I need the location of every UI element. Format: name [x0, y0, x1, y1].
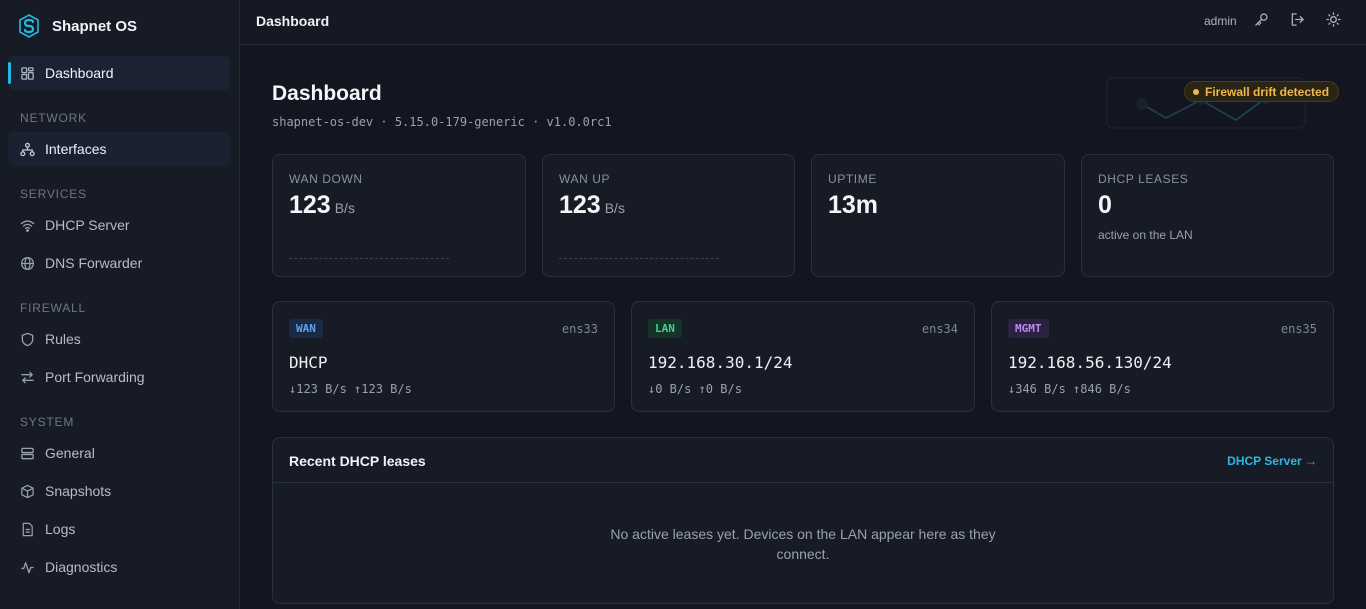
interface-tag: MGMT: [1008, 319, 1049, 338]
section-services: SERVICES: [20, 187, 87, 201]
stat-unit: B/s: [334, 200, 355, 216]
system-info: shapnet-os-dev · 5.15.0-179-generic · v1…: [272, 115, 612, 129]
stat-card-uptime: UPTIME 13m: [811, 154, 1065, 277]
activity-icon: [21, 561, 34, 573]
sidebar-item-dhcp-server[interactable]: DHCP Server: [8, 208, 230, 242]
sidebar-item-label: DHCP Server: [45, 217, 130, 233]
stat-label: WAN UP: [559, 172, 611, 186]
dhcp-server-link[interactable]: DHCP Server →: [1227, 454, 1317, 468]
interface-address: DHCP: [289, 353, 328, 372]
section-system: SYSTEM: [20, 415, 75, 429]
globe-icon: [20, 256, 35, 270]
dashboard-grid-icon: [21, 66, 34, 80]
wifi-icon: [20, 219, 35, 232]
sidebar-item-label: General: [45, 445, 95, 461]
sidebar-item-label: Rules: [45, 331, 81, 347]
box-icon: [21, 484, 34, 498]
warning-dot-icon: [1193, 88, 1199, 95]
firewall-drift-badge[interactable]: Firewall drift detected: [1184, 81, 1340, 102]
logout-button[interactable]: [1290, 12, 1308, 30]
section-network: NETWORK: [20, 111, 87, 125]
stat-number: 123: [289, 191, 331, 219]
recent-leases-header: Recent DHCP leases DHCP Server →: [273, 438, 1333, 483]
sidebar-item-label: Interfaces: [45, 141, 107, 157]
empty-state-message: No active leases yet. Devices on the LAN…: [610, 526, 996, 562]
sidebar: Shapnet OS Dashboard NETWORK Interfaces …: [0, 0, 240, 609]
sidebar-item-interfaces[interactable]: Interfaces: [8, 132, 230, 166]
sidebar-item-general[interactable]: General: [8, 436, 230, 470]
sidebar-item-label: Logs: [45, 521, 76, 537]
theme-toggle-button[interactable]: [1326, 12, 1344, 30]
interface-card-mgmt[interactable]: MGMT ens35 192.168.56.130/24 ↓346 B/s ↑8…: [991, 301, 1334, 412]
sidebar-item-logs[interactable]: Logs: [8, 512, 230, 546]
shield-icon: [21, 332, 34, 346]
stat-card-dhcp-leases: DHCP LEASES 0 active on the LAN: [1081, 154, 1334, 277]
key-icon: [1255, 13, 1268, 26]
sun-icon: [1326, 12, 1341, 27]
sidebar-item-rules[interactable]: Rules: [8, 322, 230, 356]
recent-leases-panel: Recent DHCP leases DHCP Server → No acti…: [272, 437, 1334, 604]
sidebar-item-diagnostics[interactable]: Diagnostics: [8, 550, 230, 584]
firewall-drift-text: Firewall drift detected: [1205, 84, 1330, 99]
interface-address: 192.168.30.1/24: [648, 353, 793, 372]
current-user[interactable]: admin: [1204, 14, 1237, 28]
file-text-icon: [22, 522, 33, 536]
interface-device: ens34: [921, 322, 958, 336]
page-title: Dashboard: [272, 82, 382, 105]
topbar-title: Dashboard: [256, 13, 330, 29]
arrows-swap-icon: [21, 371, 34, 383]
stat-note: active on the LAN: [1098, 228, 1193, 242]
sidebar-item-dns-forwarder[interactable]: DNS Forwarder: [8, 246, 230, 280]
stat-value: 123 B/s: [559, 191, 625, 220]
sidebar-item-label: DNS Forwarder: [45, 255, 143, 271]
interface-card-wan[interactable]: WAN ens33 DHCP ↓123 B/s ↑123 B/s: [272, 301, 615, 412]
app-name: Shapnet OS: [52, 17, 138, 35]
stat-label: DHCP LEASES: [1098, 172, 1189, 186]
wan-down-sparkline: [289, 258, 449, 259]
stat-label: UPTIME: [828, 172, 877, 186]
stat-value: 123 B/s: [289, 191, 355, 220]
server-icon: [21, 447, 34, 459]
interface-rates: ↓346 B/s ↑846 B/s: [1008, 382, 1131, 396]
sidebar-item-port-forwarding[interactable]: Port Forwarding: [8, 360, 230, 394]
wan-up-sparkline: [559, 258, 719, 259]
stat-value: 13m: [828, 191, 879, 219]
sidebar-item-label: Diagnostics: [45, 559, 118, 575]
stat-value: 0: [1098, 191, 1112, 219]
interface-tag: WAN: [289, 319, 323, 338]
sidebar-item-dashboard[interactable]: Dashboard: [8, 56, 230, 90]
interface-address: 192.168.56.130/24: [1008, 353, 1172, 372]
brand[interactable]: Shapnet OS: [18, 14, 137, 38]
stat-unit: B/s: [604, 200, 625, 216]
interface-device: ens35: [1280, 322, 1317, 336]
stat-label: WAN DOWN: [289, 172, 363, 186]
change-password-button[interactable]: [1254, 12, 1272, 30]
shapnet-logo-icon: [19, 14, 39, 38]
topbar: Dashboard admin: [240, 0, 1366, 45]
logout-icon: [1291, 13, 1304, 26]
interface-device: ens33: [561, 322, 598, 336]
network-icon: [20, 142, 35, 156]
interface-tag: LAN: [648, 319, 682, 338]
interface-card-lan[interactable]: LAN ens34 192.168.30.1/24 ↓0 B/s ↑0 B/s: [631, 301, 975, 412]
sidebar-item-label: Dashboard: [45, 65, 114, 81]
section-firewall: FIREWALL: [20, 301, 86, 315]
sidebar-item-label: Port Forwarding: [45, 369, 145, 385]
recent-leases-title: Recent DHCP leases: [289, 453, 426, 469]
interface-rates: ↓0 B/s ↑0 B/s: [648, 382, 742, 396]
stat-card-wan-down: WAN DOWN 123 B/s: [272, 154, 526, 277]
stat-number: 123: [559, 191, 601, 219]
stat-card-wan-up: WAN UP 123 B/s: [542, 154, 795, 277]
interface-rates: ↓123 B/s ↑123 B/s: [289, 382, 412, 396]
sidebar-item-snapshots[interactable]: Snapshots: [8, 474, 230, 508]
sidebar-item-label: Snapshots: [45, 483, 112, 499]
